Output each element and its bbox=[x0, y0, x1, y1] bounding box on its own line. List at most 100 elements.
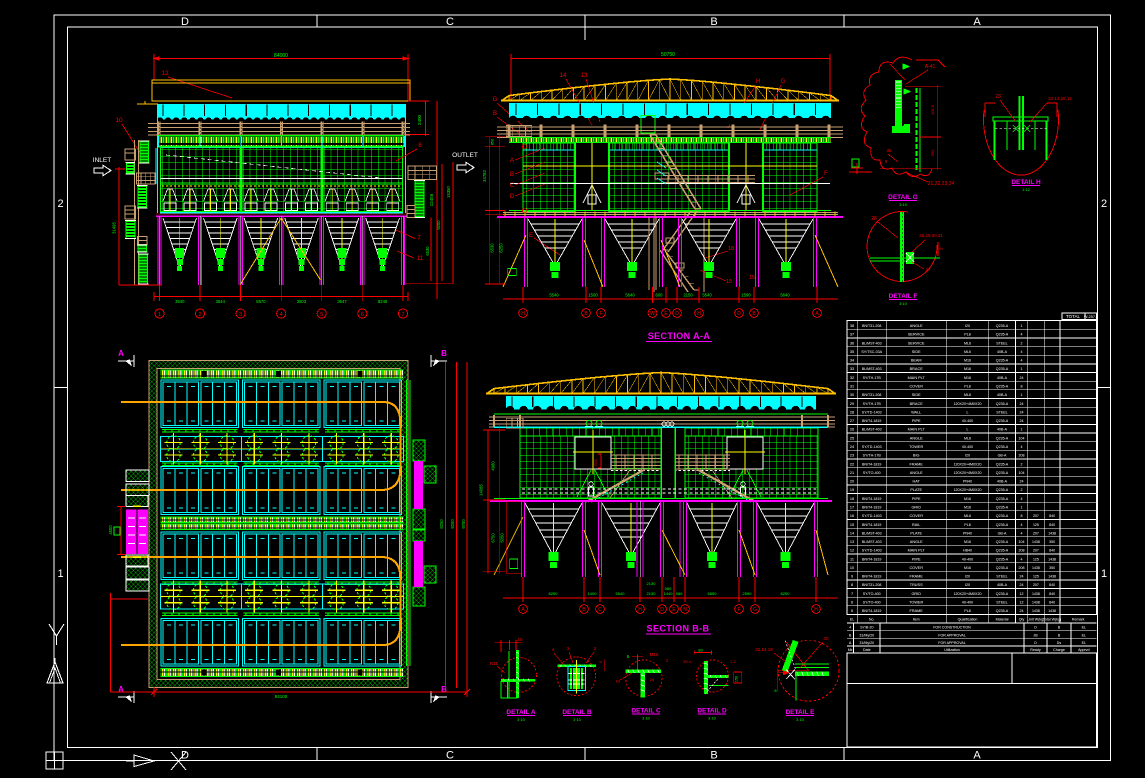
svg-text:8250: 8250 bbox=[781, 591, 791, 596]
svg-text:MAIN PLT: MAIN PLT bbox=[908, 376, 926, 380]
svg-text:D: D bbox=[1034, 641, 1037, 645]
svg-text:21,22,23,24: 21,22,23,24 bbox=[928, 181, 955, 187]
svg-text:SY/TD-1403: SY/TD-1403 bbox=[862, 514, 882, 518]
svg-text:40-400: 40-400 bbox=[962, 419, 973, 423]
svg-text:SY/TO-400: SY/TO-400 bbox=[863, 471, 881, 475]
svg-text:B: B bbox=[493, 111, 497, 117]
svg-text:3: 3 bbox=[239, 312, 242, 318]
svg-text:Q235-A: Q235-A bbox=[996, 506, 1009, 510]
svg-text:A-41: A-41 bbox=[925, 64, 936, 70]
svg-text:C: C bbox=[510, 183, 515, 189]
svg-text:Q235-A: Q235-A bbox=[996, 566, 1009, 570]
svg-text:4: 4 bbox=[1021, 333, 1023, 337]
svg-text:BN/T31-208: BN/T31-208 bbox=[862, 583, 881, 587]
svg-text:BL/MST-403: BL/MST-403 bbox=[862, 540, 882, 544]
svg-text:9200: 9200 bbox=[436, 220, 441, 230]
svg-text:11: 11 bbox=[850, 557, 854, 561]
svg-text:32,14,18: 32,14,18 bbox=[755, 647, 773, 652]
svg-text:BL/MST-403: BL/MST-403 bbox=[862, 531, 882, 535]
svg-text:13: 13 bbox=[850, 540, 854, 544]
svg-text:H: H bbox=[756, 79, 760, 85]
svg-text:ML6: ML6 bbox=[964, 350, 971, 354]
svg-text:2: 2 bbox=[198, 312, 201, 318]
svg-text:PL8: PL8 bbox=[964, 385, 970, 389]
svg-text:FOR APPROVAL: FOR APPROVAL bbox=[938, 633, 966, 637]
svg-text:12: 12 bbox=[850, 549, 854, 553]
svg-text:ML6: ML6 bbox=[964, 514, 971, 518]
svg-text:Q235-A: Q235-A bbox=[996, 514, 1009, 518]
svg-text:SY/TH-17B: SY/TH-17B bbox=[863, 376, 882, 380]
svg-text:D: D bbox=[510, 194, 515, 200]
svg-text:1440: 1440 bbox=[664, 591, 674, 596]
svg-text:SY/TSC-03A: SY/TSC-03A bbox=[861, 350, 882, 354]
svg-text:15: 15 bbox=[850, 523, 854, 527]
svg-text:1500: 1500 bbox=[588, 293, 598, 298]
svg-text:1438: 1438 bbox=[1048, 575, 1056, 579]
svg-text:32,14,28,12: 32,14,28,12 bbox=[1048, 96, 1072, 101]
svg-text:8250: 8250 bbox=[549, 591, 559, 596]
svg-text:BN/T4-1819: BN/T4-1819 bbox=[862, 523, 881, 527]
svg-text:A: A bbox=[510, 158, 514, 164]
svg-text:24: 24 bbox=[1020, 402, 1024, 406]
svg-text:23: 23 bbox=[850, 454, 854, 458]
svg-text:Material: Material bbox=[996, 618, 1009, 622]
svg-text:24: 24 bbox=[1020, 419, 1024, 423]
svg-text:35: 35 bbox=[850, 350, 854, 354]
svg-text:SERVICE: SERVICE bbox=[908, 333, 925, 337]
svg-text:5540: 5540 bbox=[702, 293, 712, 298]
svg-text:7: 7 bbox=[851, 592, 853, 596]
svg-text:207: 207 bbox=[1033, 549, 1039, 553]
svg-text:H: H bbox=[814, 607, 818, 613]
svg-text:840: 840 bbox=[1049, 601, 1055, 605]
svg-text:SIDE: SIDE bbox=[912, 393, 921, 397]
svg-text:STEEL: STEEL bbox=[996, 575, 1007, 579]
svg-text:8250: 8250 bbox=[439, 519, 444, 529]
svg-text:10: 10 bbox=[115, 117, 123, 124]
svg-text:I20: I20 bbox=[965, 575, 970, 579]
svg-text:207: 207 bbox=[1033, 531, 1039, 535]
svg-text:ANGLE: ANGLE bbox=[910, 324, 923, 328]
svg-text:24: 24 bbox=[850, 445, 854, 449]
svg-text:25: 25 bbox=[850, 436, 854, 440]
svg-text:DETAIL E: DETAIL E bbox=[785, 709, 815, 716]
svg-text:TOTAL: TOTAL bbox=[1066, 314, 1081, 319]
svg-text:4: 4 bbox=[1021, 523, 1023, 527]
svg-text:3:10: 3:10 bbox=[899, 301, 908, 306]
svg-text:8: 8 bbox=[1021, 514, 1023, 518]
svg-text:RAIL: RAIL bbox=[912, 523, 920, 527]
svg-text:Date: Date bbox=[863, 648, 871, 652]
svg-text:1438: 1438 bbox=[1048, 531, 1056, 535]
svg-text:27: 27 bbox=[850, 419, 854, 423]
svg-text:84000: 84000 bbox=[274, 53, 288, 59]
svg-text:300: 300 bbox=[930, 149, 935, 156]
svg-text:2: 2 bbox=[1021, 341, 1023, 345]
svg-text:BN/T4-1819: BN/T4-1819 bbox=[862, 462, 881, 466]
svg-text:STEEL: STEEL bbox=[996, 341, 1007, 345]
svg-text:PL8: PL8 bbox=[964, 523, 970, 527]
svg-text:A: A bbox=[973, 750, 981, 762]
svg-text:Utilization: Utilization bbox=[944, 648, 960, 652]
svg-text:50750: 50750 bbox=[661, 52, 675, 58]
svg-text:17: 17 bbox=[850, 506, 854, 510]
svg-text:Total W(kg): Total W(kg) bbox=[1043, 618, 1061, 622]
svg-text:DETAIL F: DETAIL F bbox=[889, 293, 918, 300]
svg-text:EL: EL bbox=[1082, 633, 1086, 637]
svg-text:TRUSS: TRUSS bbox=[910, 583, 923, 587]
svg-text:Charge: Charge bbox=[1053, 648, 1065, 652]
svg-text:W: W bbox=[650, 311, 655, 317]
svg-text:207: 207 bbox=[1033, 514, 1039, 518]
svg-text:ANGLE: ANGLE bbox=[910, 540, 923, 544]
svg-text:15: 15 bbox=[726, 279, 732, 285]
svg-text:18: 18 bbox=[728, 246, 734, 252]
svg-text:4: 4 bbox=[1021, 350, 1023, 354]
svg-text:Q235-A: Q235-A bbox=[996, 462, 1009, 466]
svg-text:b4: b4 bbox=[616, 679, 621, 684]
svg-text:4500: 4500 bbox=[108, 525, 113, 535]
svg-text:3540: 3540 bbox=[175, 299, 185, 304]
svg-text:15350: 15350 bbox=[446, 186, 451, 198]
svg-text:80: 80 bbox=[698, 647, 703, 652]
svg-text:MAIN PLT: MAIN PLT bbox=[908, 549, 926, 553]
svg-text:GB-A: GB-A bbox=[998, 454, 1007, 458]
svg-text:31/My/20: 31/My/20 bbox=[859, 633, 874, 637]
svg-text:TOWER: TOWER bbox=[909, 601, 923, 605]
